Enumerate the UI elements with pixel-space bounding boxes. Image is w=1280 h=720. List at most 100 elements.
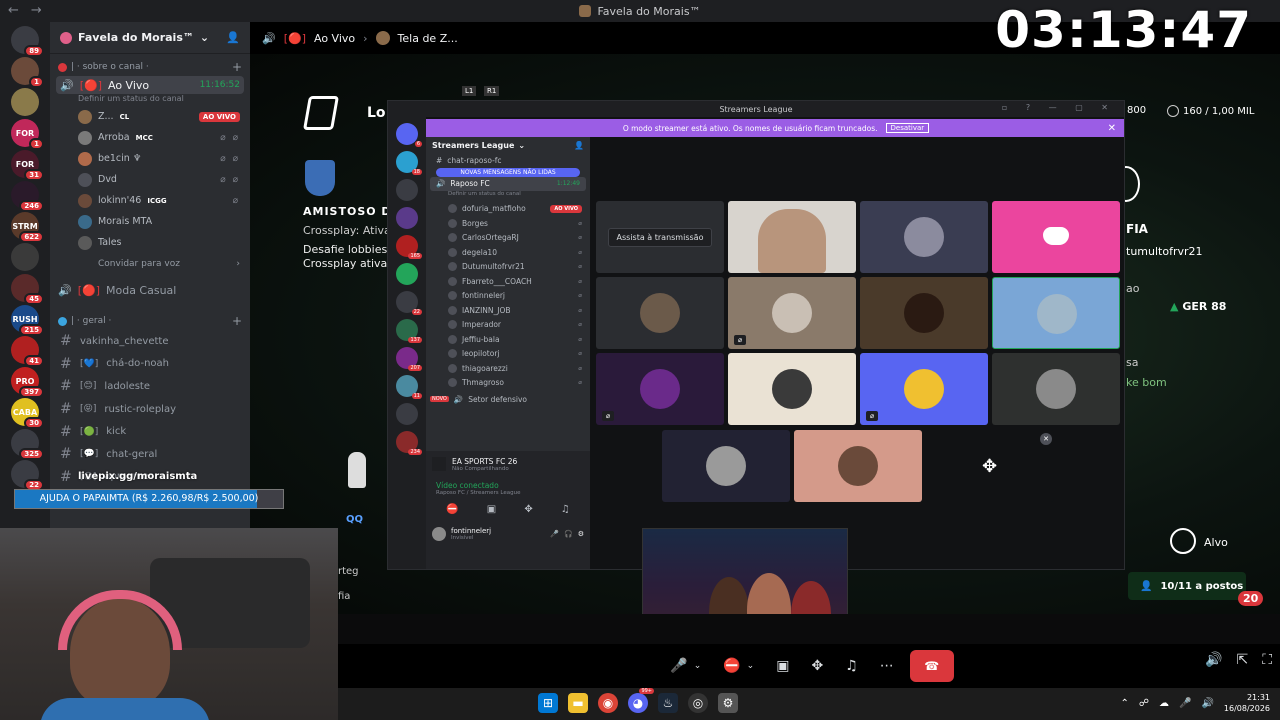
- inner-setor-channel[interactable]: NOVO 🔊 Setor defensivo: [426, 392, 590, 407]
- text-channel[interactable]: # [🟢] kick: [50, 420, 250, 443]
- voice-member[interactable]: Morais MTA: [50, 211, 250, 232]
- chrome-icon[interactable]: ◉: [598, 693, 618, 713]
- inner-server-icon[interactable]: 22: [396, 291, 422, 315]
- inner-voice-member[interactable]: Thmagroso ⌀: [426, 376, 590, 391]
- server-icon[interactable]: 41: [11, 336, 44, 367]
- inner-text-channel[interactable]: # chat-raposo-fc: [426, 153, 590, 168]
- activities-button[interactable]: ✥: [805, 650, 829, 682]
- inner-voice-member[interactable]: thiagoarezzi ⌀: [426, 361, 590, 376]
- video-tile[interactable]: [596, 277, 724, 349]
- chevron-up-icon[interactable]: ⌃: [1120, 698, 1128, 709]
- server-icon[interactable]: 22: [11, 460, 44, 491]
- inner-vc-status[interactable]: Definir um status do canal: [426, 191, 590, 202]
- category-sobre[interactable]: | · sobre o canal · +: [50, 58, 250, 76]
- server-icon[interactable]: PRO 397: [11, 367, 44, 398]
- add-member-icon[interactable]: 👤: [226, 31, 240, 44]
- activities-icon[interactable]: ✥: [524, 504, 532, 515]
- disconnect-button[interactable]: ☎: [909, 650, 954, 682]
- inner-voice-member[interactable]: Imperador ⌀: [426, 318, 590, 333]
- server-icon[interactable]: RUSH 215: [11, 305, 44, 336]
- mic-icon[interactable]: 🎤: [1179, 698, 1191, 709]
- camera-off-icon[interactable]: ⛔: [446, 504, 458, 515]
- server-header[interactable]: Favela do Morais™ ⌄ 👤: [50, 22, 250, 54]
- fullscreen-icon[interactable]: ⛶: [1262, 652, 1272, 668]
- inner-voice-channel[interactable]: 🔊 Raposo FC 1:12:49: [430, 176, 586, 191]
- mic-button[interactable]: 🎤 ⌄: [664, 650, 707, 682]
- voice-member[interactable]: Tales: [50, 232, 250, 253]
- inner-server-icon[interactable]: 207: [396, 347, 422, 371]
- text-channel[interactable]: # [💙] chá-do-noah: [50, 353, 250, 376]
- video-tile[interactable]: [992, 277, 1120, 349]
- inner-server-icon[interactable]: [396, 403, 418, 425]
- share-screen-button[interactable]: ▣: [770, 650, 795, 682]
- add-channel-icon[interactable]: +: [232, 314, 242, 328]
- inner-server-icon[interactable]: 6: [396, 123, 422, 147]
- server-icon[interactable]: 45: [11, 274, 44, 305]
- more-button[interactable]: ⋯: [874, 650, 900, 682]
- voice-member[interactable]: lokinn'46 ICGG ⌀: [50, 190, 250, 211]
- windows-start-icon[interactable]: ⊞: [538, 693, 558, 713]
- channel-status[interactable]: Definir um status do canal: [50, 94, 250, 106]
- voice-channel-ao-vivo[interactable]: 🔊 [🔴] Ao Vivo 11:16:52: [56, 76, 244, 94]
- video-tile[interactable]: [860, 201, 988, 273]
- text-channel[interactable]: # vakinha_chevette: [50, 330, 250, 353]
- server-icon[interactable]: 1: [11, 57, 44, 88]
- forward-arrow-icon[interactable]: →: [31, 3, 42, 18]
- server-icon[interactable]: 246: [11, 181, 44, 212]
- steam-icon[interactable]: ♨: [658, 693, 678, 713]
- window-controls[interactable]: ▫ ? — ▢ ✕: [1002, 103, 1116, 112]
- voice-member[interactable]: Dvd ⌀ ⌀: [50, 169, 250, 190]
- server-icon[interactable]: [11, 243, 39, 271]
- file-explorer-icon[interactable]: ▬: [568, 693, 588, 713]
- video-tile[interactable]: ⌀: [596, 353, 724, 425]
- server-icon[interactable]: 325: [11, 429, 44, 460]
- video-tile[interactable]: ⌀: [728, 277, 856, 349]
- voice-member[interactable]: Arroba MCC ⌀ ⌀: [50, 127, 250, 148]
- activity-row[interactable]: EA SPORTS FC 26 Não Compartilhando: [426, 451, 590, 477]
- voice-member[interactable]: be1cin ♆ ⌀ ⌀: [50, 148, 250, 169]
- tile-watch-stream[interactable]: Assista à transmissão: [596, 201, 724, 273]
- server-icon[interactable]: 89: [11, 26, 44, 57]
- video-tile[interactable]: ⌀: [860, 353, 988, 425]
- inner-voice-member[interactable]: Dutumultofrvr21 ⌀: [426, 260, 590, 275]
- server-icon[interactable]: CABA 30: [11, 398, 44, 429]
- volume-icon[interactable]: 🔊: [1205, 652, 1222, 668]
- inner-voice-member[interactable]: IANZINN_JOB ⌀: [426, 303, 590, 318]
- server-icon[interactable]: [11, 88, 39, 116]
- category-geral[interactable]: | · geral · +: [50, 312, 250, 330]
- text-channel[interactable]: # [💬] chat-geral: [50, 443, 250, 466]
- discord-icon[interactable]: ◕ 99+: [628, 688, 654, 713]
- server-icon[interactable]: STRM 622: [11, 212, 44, 243]
- video-tile[interactable]: [728, 201, 856, 273]
- inner-voice-member[interactable]: Borges ⌀: [426, 216, 590, 231]
- new-messages-pill[interactable]: NOVAS MENSAGENS NÃO LIDAS: [436, 167, 580, 177]
- close-grid-icon[interactable]: ✕: [1040, 433, 1052, 445]
- screen-share-icon[interactable]: ▣: [487, 504, 496, 515]
- text-channel[interactable]: # [😊] ladoleste: [50, 375, 250, 398]
- inner-voice-member[interactable]: CarlosOrtegaRJ ⌀: [426, 231, 590, 246]
- cloud-icon[interactable]: ☁: [1159, 698, 1169, 709]
- tray-clock[interactable]: 21:31 16/08/2026: [1224, 692, 1270, 714]
- server-icon[interactable]: FOR 1: [11, 119, 44, 150]
- tile-activities[interactable]: ✥: [926, 430, 1054, 502]
- video-tile[interactable]: [860, 277, 988, 349]
- invite-to-voice[interactable]: Convidar para voz ›: [50, 253, 250, 274]
- gear-icon[interactable]: ⚙: [578, 530, 584, 538]
- inner-server-icon[interactable]: 234: [396, 431, 422, 455]
- inner-voice-member[interactable]: degela10 ⌀: [426, 245, 590, 260]
- inner-server-header[interactable]: Streamers League ⌄ 👤: [426, 137, 590, 153]
- watch-button[interactable]: Assista à transmissão: [607, 227, 713, 247]
- inner-server-icon[interactable]: 18: [396, 151, 422, 175]
- back-arrow-icon[interactable]: ←: [8, 3, 19, 18]
- voice-channel-moda[interactable]: 🔊 [🔴] Moda Casual: [50, 280, 250, 300]
- server-icon[interactable]: FOR 31: [11, 150, 44, 181]
- add-member-icon[interactable]: 👤: [574, 141, 584, 150]
- mic-icon[interactable]: 🎤: [550, 530, 559, 538]
- close-icon[interactable]: ✕: [1108, 123, 1116, 134]
- inner-server-icon[interactable]: 165: [396, 235, 422, 259]
- inner-user-row[interactable]: fontinnelerj Invisível 🎤 🎧 ⚙: [426, 523, 590, 545]
- video-tile[interactable]: [728, 353, 856, 425]
- headphones-icon[interactable]: 🎧: [564, 530, 573, 538]
- inner-voice-member[interactable]: fontinnelerj ⌀: [426, 289, 590, 304]
- video-tile[interactable]: [992, 201, 1120, 273]
